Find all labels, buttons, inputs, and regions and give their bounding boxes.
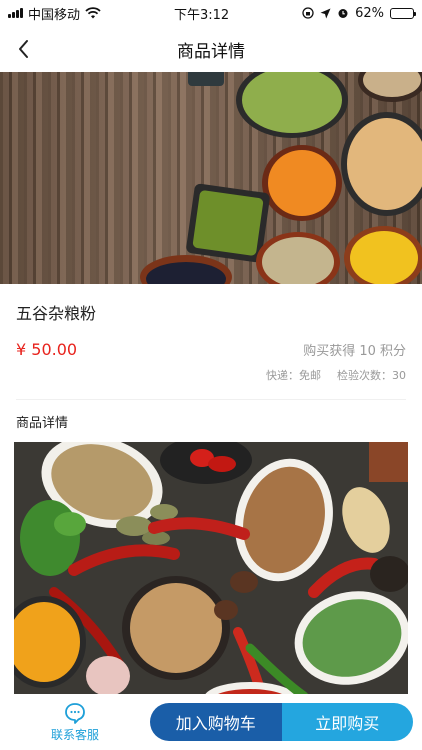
page-title: 商品详情 [177, 41, 245, 62]
chat-bubble-icon [65, 702, 85, 724]
product-name: 五谷杂粮粉 [16, 304, 97, 323]
location-icon [320, 8, 331, 18]
inspection-count: 检验次数：30 [337, 369, 406, 382]
product-meta: 快递：免邮 检验次数：30 [0, 359, 422, 383]
contact-service-button[interactable]: 联系客服 [0, 702, 150, 743]
purchase-buttons: 加入购物车 立即购买 [150, 703, 413, 741]
battery-icon [390, 7, 416, 19]
grain-bowls-illustration [140, 72, 422, 284]
shipping-info: 快递：免邮 [266, 369, 321, 382]
clock: 下午3:12 [173, 7, 230, 23]
alarm-icon [338, 9, 348, 18]
bottom-action-bar: 联系客服 加入购物车 立即购买 [0, 694, 422, 750]
signal-icon [8, 8, 23, 18]
price-row: ¥ 50.00 购买获得 10 积分 [0, 334, 422, 359]
spices-illustration [14, 442, 408, 696]
wifi-icon [85, 7, 101, 19]
orientation-lock-icon [302, 7, 314, 19]
status-right: 62% [302, 5, 416, 21]
carrier-name: 中国移动 [28, 7, 81, 23]
status-bar: 中国移动 下午3:12 62% [0, 0, 422, 26]
buy-now-button[interactable]: 立即购买 [281, 703, 413, 741]
chevron-left-icon[interactable] [12, 36, 38, 62]
battery-percent: 62% [355, 5, 384, 21]
section-title: 商品详情 [16, 416, 69, 431]
reward-points: 购买获得 10 积分 [303, 344, 406, 359]
navigation-bar: 商品详情 [0, 26, 422, 72]
product-detail-image [14, 442, 408, 696]
status-left: 中国移动 [8, 4, 101, 23]
product-hero-image [0, 72, 422, 284]
product-price: ¥ 50.00 [16, 340, 78, 359]
contact-service-label: 联系客服 [50, 727, 99, 742]
product-detail-screen: 中国移动 下午3:12 62% 商品详情 五谷杂粮粉 ¥ 50.00 购买获得 … [0, 0, 422, 750]
add-to-cart-button[interactable]: 加入购物车 [150, 703, 282, 741]
